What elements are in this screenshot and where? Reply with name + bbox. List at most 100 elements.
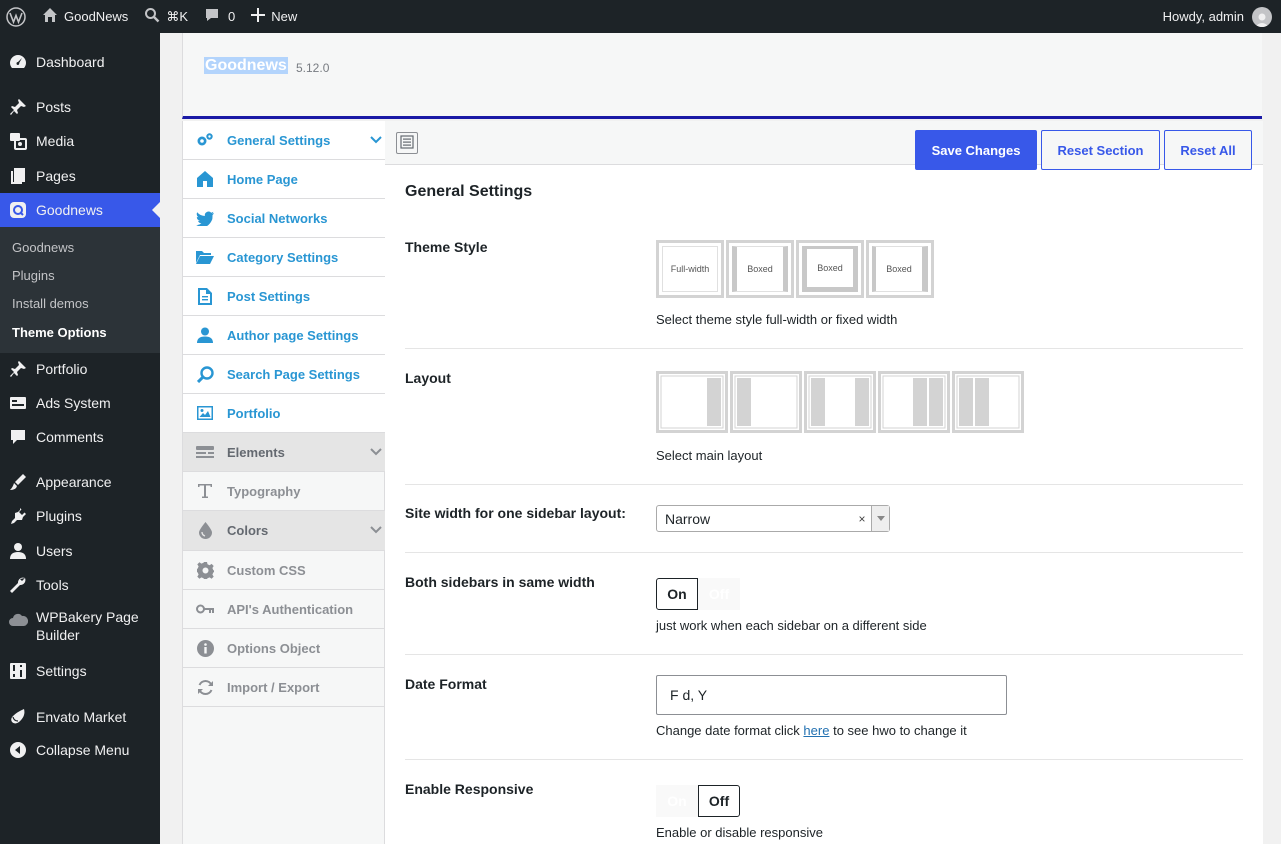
save-changes-button[interactable]: Save Changes bbox=[915, 130, 1037, 170]
layout-option-two-left-sidebars[interactable] bbox=[952, 371, 1024, 433]
menu-item-posts[interactable]: Posts bbox=[0, 95, 160, 119]
nav-options-object[interactable]: Options Object bbox=[183, 629, 385, 668]
theme-style-option-label: Boxed bbox=[732, 246, 788, 292]
both-sidebars-description: just work when each sidebar on a differe… bbox=[656, 618, 927, 633]
clear-selection-icon[interactable]: × bbox=[853, 512, 871, 526]
comments-link[interactable]: 0 bbox=[196, 0, 243, 33]
gear-icon bbox=[183, 561, 227, 579]
reset-all-button[interactable]: Reset All bbox=[1164, 130, 1252, 170]
menu-item-dashboard[interactable]: Dashboard bbox=[0, 50, 160, 74]
nav-portfolio[interactable]: Portfolio bbox=[183, 394, 385, 433]
pages-icon bbox=[0, 167, 36, 185]
theme-style-option-full-width[interactable]: Full-width bbox=[656, 240, 724, 298]
chevron-down-icon[interactable] bbox=[369, 523, 383, 540]
theme-style-option-boxed-3[interactable]: Boxed bbox=[866, 240, 934, 298]
switch-on-option[interactable]: On bbox=[656, 785, 698, 817]
menu-item-users[interactable]: Users bbox=[0, 539, 160, 563]
menu-item-settings[interactable]: Settings bbox=[0, 659, 160, 683]
switch-on-option[interactable]: On bbox=[656, 578, 698, 610]
nav-category-settings[interactable]: Category Settings bbox=[183, 238, 385, 277]
collapse-menu-button[interactable]: Collapse Menu bbox=[0, 738, 160, 762]
submenu-plugins[interactable]: Plugins bbox=[12, 268, 55, 283]
current-arrow bbox=[152, 202, 160, 218]
nav-label: Portfolio bbox=[227, 405, 281, 421]
layout-option-both-sidebars[interactable] bbox=[804, 371, 876, 433]
elements-icon bbox=[183, 446, 227, 458]
nav-home-page[interactable]: Home Page bbox=[183, 160, 385, 199]
switch-off-option[interactable]: Off bbox=[698, 785, 740, 817]
theme-style-option-boxed-2[interactable]: Boxed bbox=[796, 240, 864, 298]
account-menu[interactable]: Howdy, admin bbox=[1163, 6, 1281, 27]
menu-label: Ads System bbox=[36, 395, 111, 411]
nav-label: Search Page Settings bbox=[227, 366, 360, 382]
nav-post-settings[interactable]: Post Settings bbox=[183, 277, 385, 316]
text-icon bbox=[183, 483, 227, 499]
submenu-install-demos[interactable]: Install demos bbox=[12, 296, 89, 311]
submenu-goodnews[interactable]: Goodnews bbox=[12, 240, 74, 255]
theme-style-option-label: Boxed bbox=[802, 246, 858, 292]
layout-description: Select main layout bbox=[656, 448, 763, 463]
date-format-input[interactable]: F d, Y bbox=[656, 675, 1007, 715]
date-format-label: Date Format bbox=[405, 676, 487, 692]
search-icon bbox=[183, 365, 227, 383]
menu-item-media[interactable]: Media bbox=[0, 129, 160, 153]
nav-import-export[interactable]: Import / Export bbox=[183, 668, 385, 707]
nav-label: Options Object bbox=[227, 640, 321, 656]
dropdown-arrow-icon[interactable] bbox=[871, 506, 889, 531]
search-icon bbox=[144, 7, 160, 26]
nav-api-authentication[interactable]: API's Authentication bbox=[183, 590, 385, 629]
expand-options-button[interactable] bbox=[396, 132, 418, 154]
cloud-icon bbox=[0, 608, 36, 627]
menu-item-goodnews[interactable]: Goodnews bbox=[0, 193, 160, 227]
menu-item-appearance[interactable]: Appearance bbox=[0, 470, 160, 494]
settings-sliders-icon bbox=[0, 662, 36, 680]
both-sidebars-switch[interactable]: On Off bbox=[656, 578, 740, 610]
menu-label: Goodnews bbox=[36, 202, 103, 218]
command-search-button[interactable]: ⌘K bbox=[136, 0, 196, 33]
nav-label: Author page Settings bbox=[227, 327, 359, 343]
wordpress-logo-icon[interactable] bbox=[0, 0, 34, 33]
date-format-help-link[interactable]: here bbox=[803, 723, 829, 738]
menu-item-wpbakery[interactable]: WPBakery Page Builder bbox=[0, 608, 160, 648]
nav-colors[interactable]: Colors bbox=[183, 511, 385, 551]
reset-section-button[interactable]: Reset Section bbox=[1041, 130, 1160, 170]
menu-item-ads-system[interactable]: Ads System bbox=[0, 391, 160, 415]
menu-item-plugins[interactable]: Plugins bbox=[0, 504, 160, 528]
layout-left-sidebar-icon bbox=[734, 375, 798, 429]
comments-count: 0 bbox=[227, 9, 236, 24]
layout-option-left-sidebar[interactable] bbox=[730, 371, 802, 433]
menu-item-portfolio[interactable]: Portfolio bbox=[0, 357, 160, 381]
menu-item-envato[interactable]: Envato Market bbox=[0, 705, 160, 729]
menu-item-comments[interactable]: Comments bbox=[0, 425, 160, 449]
chevron-down-icon[interactable] bbox=[369, 133, 383, 150]
nav-typography[interactable]: Typography bbox=[183, 472, 385, 511]
site-name-link[interactable]: GoodNews bbox=[34, 0, 136, 33]
collapse-icon bbox=[0, 741, 36, 759]
nav-label: Typography bbox=[227, 483, 301, 499]
chevron-down-icon[interactable] bbox=[369, 445, 383, 462]
new-content-button[interactable]: New bbox=[243, 0, 305, 33]
nav-elements[interactable]: Elements bbox=[183, 433, 385, 472]
admin-menu: Dashboard Posts Media Pages Goodnews Goo… bbox=[0, 33, 160, 844]
switch-off-option[interactable]: Off bbox=[698, 578, 740, 610]
layout-option-two-right-sidebars[interactable] bbox=[878, 371, 950, 433]
nav-custom-css[interactable]: Custom CSS bbox=[183, 551, 385, 590]
nav-general-settings[interactable]: General Settings bbox=[183, 121, 385, 160]
enable-responsive-description: Enable or disable responsive bbox=[656, 825, 823, 840]
nav-label: Social Networks bbox=[227, 210, 328, 226]
menu-item-pages[interactable]: Pages bbox=[0, 164, 160, 188]
submenu-theme-options[interactable]: Theme Options bbox=[12, 325, 107, 340]
date-format-desc-text: to see hwo to change it bbox=[833, 723, 967, 738]
menu-item-tools[interactable]: Tools bbox=[0, 573, 160, 597]
nav-author-page-settings[interactable]: Author page Settings bbox=[183, 316, 385, 355]
enable-responsive-label: Enable Responsive bbox=[405, 781, 534, 797]
site-width-select[interactable]: Narrow × bbox=[656, 505, 890, 532]
pushpin-icon bbox=[0, 98, 36, 116]
nav-search-page-settings[interactable]: Search Page Settings bbox=[183, 355, 385, 394]
menu-label: Collapse Menu bbox=[36, 742, 130, 758]
nav-social-networks[interactable]: Social Networks bbox=[183, 199, 385, 238]
enable-responsive-switch[interactable]: On Off bbox=[656, 785, 740, 817]
menu-label: Media bbox=[36, 133, 75, 149]
theme-style-option-boxed-1[interactable]: Boxed bbox=[726, 240, 794, 298]
layout-option-right-sidebar[interactable] bbox=[656, 371, 728, 433]
